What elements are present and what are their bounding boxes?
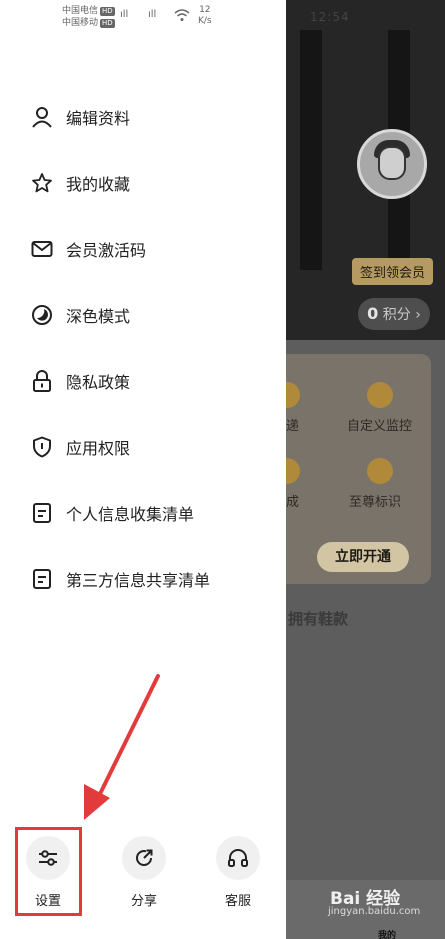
annotation-arrow: [84, 674, 160, 820]
watermark-url: jingyan.baidu.com: [328, 906, 421, 917]
